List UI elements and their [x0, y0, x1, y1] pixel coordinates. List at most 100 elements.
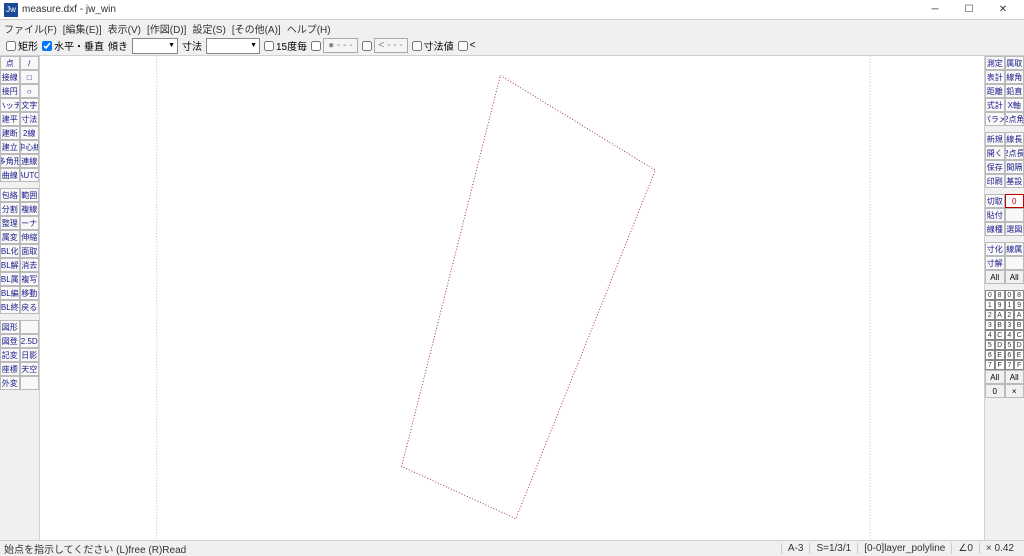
lgrp-all[interactable]: All	[1005, 370, 1024, 384]
lgrp-2[interactable]: 2	[1005, 310, 1015, 320]
incline-combo[interactable]: ▼	[132, 38, 178, 54]
tool-copy[interactable]: 複写	[20, 272, 40, 286]
rt-xaxis[interactable]: X軸	[1005, 98, 1024, 112]
tool-bl5[interactable]: BL終	[0, 300, 20, 314]
layer-C[interactable]: C	[995, 330, 1005, 340]
rt-dimoff[interactable]: 寸解	[985, 256, 1005, 270]
dim-combo[interactable]: ▼	[206, 38, 260, 54]
deg15-checkbox[interactable]	[264, 41, 274, 51]
tool-coord[interactable]: 座標	[0, 362, 20, 376]
rt-cut[interactable]: 切取	[985, 194, 1005, 208]
lgrp-1[interactable]: 1	[1005, 300, 1015, 310]
tool-rect[interactable]: □	[20, 70, 40, 84]
rt-expr[interactable]: 式計	[985, 98, 1005, 112]
layer-4[interactable]: 4	[985, 330, 995, 340]
menu-settings[interactable]: 設定(S)	[192, 21, 225, 36]
rt-param[interactable]: パラメ	[985, 112, 1005, 126]
lgrp-6[interactable]: 6	[1005, 350, 1015, 360]
rt-2pang[interactable]: 2点角	[1005, 112, 1024, 126]
tool-bl1[interactable]: BL化	[0, 244, 20, 258]
rt-table[interactable]: 表計	[985, 70, 1005, 84]
tool-bl2[interactable]: BL解	[0, 258, 20, 272]
tool-shape[interactable]: 図形	[0, 320, 20, 334]
lgrp-B[interactable]: B	[1014, 320, 1024, 330]
tool-auto[interactable]: AUTO	[20, 168, 40, 182]
menu-file[interactable]: ファイル(F)	[4, 21, 57, 36]
tool-range[interactable]: 範囲	[20, 188, 40, 202]
lgrp-9[interactable]: 9	[1014, 300, 1024, 310]
rt-all2[interactable]: All	[1005, 270, 1024, 284]
rt-save[interactable]: 保存	[985, 160, 1005, 174]
rt-basesettings[interactable]: 基設	[1005, 174, 1024, 188]
tool-25d[interactable]: 2.5D	[20, 334, 40, 348]
tool-sky[interactable]: 天空	[20, 362, 40, 376]
lt-checkbox[interactable]	[362, 41, 372, 51]
tool-move[interactable]: 移動	[20, 286, 40, 300]
tool-attrchange[interactable]: 属変	[0, 230, 20, 244]
tool-offset[interactable]: 複線	[20, 202, 40, 216]
layer-A[interactable]: A	[995, 310, 1005, 320]
status-zoom[interactable]: × 0.42	[979, 543, 1020, 554]
lt-button[interactable]: < - - -	[374, 38, 408, 53]
tool-blank1[interactable]	[20, 320, 40, 334]
tool-tangent[interactable]: 接線	[0, 70, 20, 84]
hv-checkbox[interactable]	[42, 41, 52, 51]
tool-arrange[interactable]: 整理	[0, 216, 20, 230]
tool-circle[interactable]: ○	[20, 84, 40, 98]
tool-envelope[interactable]: 包絡	[0, 188, 20, 202]
tool-extend[interactable]: 伸縮	[20, 230, 40, 244]
layer-6[interactable]: 6	[985, 350, 995, 360]
lgrp-E[interactable]: E	[1014, 350, 1024, 360]
lt2-checkbox[interactable]	[458, 41, 468, 51]
layer-0btn[interactable]: 0	[985, 384, 1005, 398]
lgrp-x[interactable]: ×	[1005, 384, 1024, 398]
layer-2[interactable]: 2	[985, 310, 995, 320]
tool-extvar[interactable]: 外変	[0, 376, 20, 390]
dot-button[interactable]: ● - - -	[323, 38, 357, 53]
layer-3[interactable]: 3	[985, 320, 995, 330]
layer-F[interactable]: F	[995, 360, 1005, 370]
tool-hatch[interactable]: ハッチ	[0, 98, 20, 112]
maximize-button[interactable]: ☐	[952, 0, 986, 20]
close-button[interactable]: ✕	[986, 0, 1020, 20]
rt-paste[interactable]: 貼付	[985, 208, 1005, 222]
rt-dist[interactable]: 距離	[985, 84, 1005, 98]
lgrp-3[interactable]: 3	[1005, 320, 1015, 330]
layer-5[interactable]: 5	[985, 340, 995, 350]
tool-polygon[interactable]: 多角形	[0, 154, 20, 168]
lgrp-A[interactable]: A	[1014, 310, 1024, 320]
layer-1[interactable]: 1	[985, 300, 995, 310]
rt-lineattr[interactable]: 線属	[1005, 242, 1024, 256]
rt-attrget[interactable]: 属取	[1005, 56, 1024, 70]
rt-gap[interactable]: 間隔	[1005, 160, 1024, 174]
rt-measure[interactable]: 測定	[985, 56, 1005, 70]
tool-bl4[interactable]: BL編	[0, 286, 20, 300]
tool-undo[interactable]: 戻る	[20, 300, 40, 314]
menu-draw[interactable]: [作図(D)]	[147, 21, 186, 36]
lgrp-D[interactable]: D	[1014, 340, 1024, 350]
tool-elev[interactable]: 建立	[0, 140, 20, 154]
lgrp-F[interactable]: F	[1014, 360, 1024, 370]
layer-B[interactable]: B	[995, 320, 1005, 330]
rt-open[interactable]: 開く	[985, 146, 1005, 160]
rt-all[interactable]: All	[985, 270, 1005, 284]
lgrp-7[interactable]: 7	[1005, 360, 1015, 370]
tool-line[interactable]: /	[20, 56, 40, 70]
tool-divide[interactable]: 分割	[0, 202, 20, 216]
tool-point[interactable]: 点	[0, 56, 20, 70]
lgrp-5[interactable]: 5	[1005, 340, 1015, 350]
tool-tangentcircle[interactable]: 接円	[0, 84, 20, 98]
tool-shapereg[interactable]: 図登	[0, 334, 20, 348]
layer-8[interactable]: 8	[995, 290, 1005, 300]
lgrp-4[interactable]: 4	[1005, 330, 1015, 340]
tool-plan[interactable]: 建平	[0, 112, 20, 126]
rt-dimon[interactable]: 寸化	[985, 242, 1005, 256]
tool-chamfer[interactable]: 面取	[20, 244, 40, 258]
rect-checkbox[interactable]	[6, 41, 16, 51]
rt-linelen[interactable]: 線長	[1005, 132, 1024, 146]
tool-dim[interactable]: 寸法	[20, 112, 40, 126]
menu-other[interactable]: [その他(A)]	[232, 21, 281, 36]
tool-markchange[interactable]: 記変	[0, 348, 20, 362]
minimize-button[interactable]: ─	[918, 0, 952, 20]
layer-D[interactable]: D	[995, 340, 1005, 350]
